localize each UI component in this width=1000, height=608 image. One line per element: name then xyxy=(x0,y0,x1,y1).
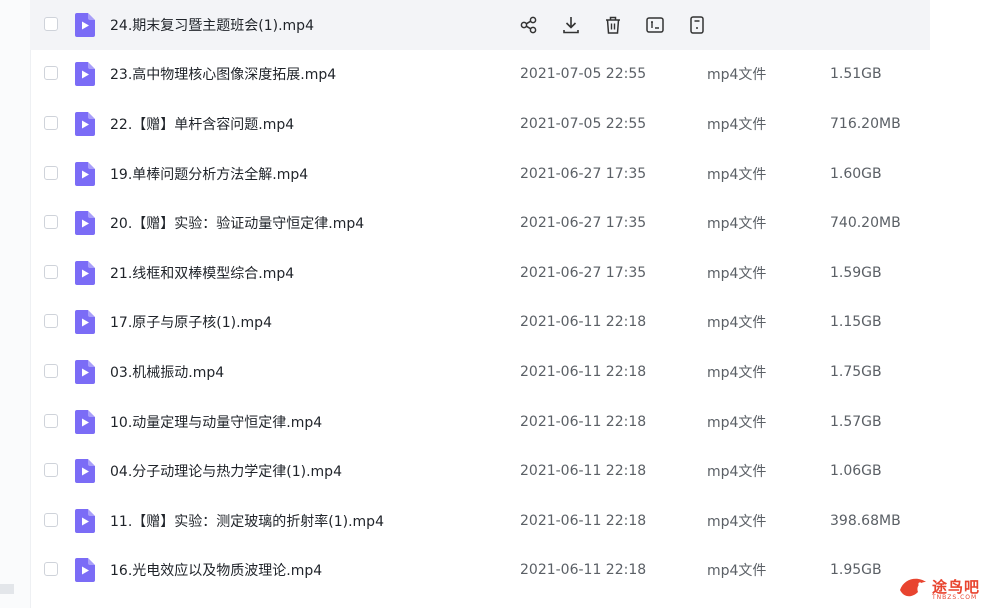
file-row[interactable]: 22.【赠】单杆含容问题.mp4 2021-07-05 22:55 mp4文件 716… xyxy=(30,99,930,149)
file-row[interactable]: 20.【赠】实验：验证动量守恒定律.mp4 2021-06-27 17:35 mp4… xyxy=(30,198,930,248)
sidebar-edge xyxy=(0,0,31,608)
file-type: mp4文件 xyxy=(707,364,767,381)
file-size: 1.59GB xyxy=(830,264,882,281)
file-size: 1.95GB xyxy=(830,562,882,579)
file-size: 1.51GB xyxy=(830,66,882,83)
rename-icon[interactable] xyxy=(644,14,666,36)
file-name[interactable]: 24.期末复习暨主题班会(1).mp4 xyxy=(110,15,314,35)
file-date: 2021-06-11 22:18 xyxy=(520,562,647,579)
video-file-icon xyxy=(75,260,95,285)
file-row[interactable]: 23.高中物理核心图像深度拓展.mp4 2021-07-05 22:55 mp4文件… xyxy=(30,50,930,100)
watermark-logo: 途鸟吧 TNBZS.COM xyxy=(896,572,992,604)
file-name[interactable]: 11.【赠】实验：测定玻璃的折射率(1).mp4 xyxy=(110,511,384,531)
video-file-icon xyxy=(75,310,95,335)
row-checkbox[interactable] xyxy=(44,562,58,577)
video-file-icon xyxy=(75,558,95,583)
file-type: mp4文件 xyxy=(707,216,767,233)
watermark-subtext: TNBZS.COM xyxy=(932,594,978,601)
file-row[interactable]: 04.分子动理论与热力学定律(1).mp4 2021-06-11 22:18 mp4… xyxy=(30,446,930,496)
file-row[interactable]: 19.单棒问题分析方法全解.mp4 2021-06-27 17:35 mp4文件 1.… xyxy=(30,149,930,199)
file-type: mp4文件 xyxy=(707,464,767,481)
row-checkbox[interactable] xyxy=(44,215,58,230)
file-size: 740.20MB xyxy=(830,215,901,232)
file-name[interactable]: 04.分子动理论与热力学定律(1).mp4 xyxy=(110,461,342,481)
file-date: 2021-06-27 17:35 xyxy=(520,264,647,281)
row-checkbox[interactable] xyxy=(44,66,58,81)
video-file-icon xyxy=(75,508,95,533)
file-type: mp4文件 xyxy=(707,265,767,282)
delete-icon[interactable] xyxy=(602,14,624,36)
video-file-icon xyxy=(75,459,95,484)
file-date: 2021-06-11 22:18 xyxy=(520,314,647,331)
file-name[interactable]: 16.光电效应以及物质波理论.mp4 xyxy=(110,560,322,580)
row-checkbox[interactable] xyxy=(44,264,58,279)
file-size: 1.75GB xyxy=(830,363,882,380)
file-type: mp4文件 xyxy=(707,315,767,332)
file-type: mp4文件 xyxy=(707,166,767,183)
row-checkbox[interactable] xyxy=(44,16,58,31)
file-type: mp4文件 xyxy=(707,563,767,580)
file-size: 1.60GB xyxy=(830,165,882,182)
bird-logo-icon xyxy=(900,578,926,597)
file-date: 2021-07-05 22:55 xyxy=(520,66,647,83)
file-name[interactable]: 17.原子与原子核(1).mp4 xyxy=(110,312,272,332)
file-row[interactable]: 11.【赠】实验：测定玻璃的折射率(1).mp4 2021-06-11 22:18… xyxy=(30,496,930,546)
file-list: 24.期末复习暨主题班会(1).mp4 23.高中物理核心图像深度拓展.mp4 20… xyxy=(30,0,930,595)
file-name[interactable]: 03.机械振动.mp4 xyxy=(110,362,224,382)
file-name[interactable]: 22.【赠】单杆含容问题.mp4 xyxy=(110,114,294,134)
file-size: 398.68MB xyxy=(830,512,901,529)
share-icon[interactable] xyxy=(518,14,540,36)
file-date: 2021-06-11 22:18 xyxy=(520,363,647,380)
file-row[interactable]: 24.期末复习暨主题班会(1).mp4 xyxy=(30,0,930,50)
file-row[interactable]: 03.机械振动.mp4 2021-06-11 22:18 mp4文件 1.75GB xyxy=(30,347,930,397)
row-checkbox[interactable] xyxy=(44,314,58,329)
file-date: 2021-06-27 17:35 xyxy=(520,165,647,182)
row-checkbox[interactable] xyxy=(44,363,58,378)
video-file-icon xyxy=(75,12,95,37)
row-actions xyxy=(518,14,708,36)
file-row[interactable]: 21.线框和双棒模型综合.mp4 2021-06-27 17:35 mp4文件 1.5… xyxy=(30,248,930,298)
file-date: 2021-06-11 22:18 xyxy=(520,413,647,430)
file-row[interactable]: 16.光电效应以及物质波理论.mp4 2021-06-11 22:18 mp4文件 1… xyxy=(30,546,930,596)
file-name[interactable]: 19.单棒问题分析方法全解.mp4 xyxy=(110,164,308,184)
video-file-icon xyxy=(75,111,95,136)
sidebar-marker xyxy=(0,584,14,594)
video-file-icon xyxy=(75,161,95,186)
row-checkbox[interactable] xyxy=(44,512,58,527)
file-size: 716.20MB xyxy=(830,115,901,132)
video-file-icon xyxy=(75,359,95,384)
file-type: mp4文件 xyxy=(707,116,767,133)
row-checkbox[interactable] xyxy=(44,115,58,130)
file-name[interactable]: 20.【赠】实验：验证动量守恒定律.mp4 xyxy=(110,213,364,233)
video-file-icon xyxy=(75,62,95,87)
row-checkbox[interactable] xyxy=(44,413,58,428)
file-date: 2021-06-27 17:35 xyxy=(520,215,647,232)
row-checkbox[interactable] xyxy=(44,463,58,478)
file-manager: 24.期末复习暨主题班会(1).mp4 23.高中物理核心图像深度拓展.mp4 20… xyxy=(0,0,1000,608)
file-row[interactable]: 10.动量定理与动量守恒定律.mp4 2021-06-11 22:18 mp4文件 1… xyxy=(30,397,930,447)
file-size: 1.57GB xyxy=(830,413,882,430)
more-icon[interactable] xyxy=(686,14,708,36)
file-type: mp4文件 xyxy=(707,414,767,431)
file-date: 2021-07-05 22:55 xyxy=(520,115,647,132)
file-row[interactable]: 17.原子与原子核(1).mp4 2021-06-11 22:18 mp4文件 1.1… xyxy=(30,298,930,348)
file-name[interactable]: 21.线框和双棒模型综合.mp4 xyxy=(110,263,294,283)
file-name[interactable]: 10.动量定理与动量守恒定律.mp4 xyxy=(110,412,322,432)
file-size: 1.06GB xyxy=(830,463,882,480)
video-file-icon xyxy=(75,211,95,236)
row-checkbox[interactable] xyxy=(44,165,58,180)
file-name[interactable]: 23.高中物理核心图像深度拓展.mp4 xyxy=(110,64,336,84)
file-size: 1.15GB xyxy=(830,314,882,331)
download-icon[interactable] xyxy=(560,14,582,36)
file-type: mp4文件 xyxy=(707,67,767,84)
file-date: 2021-06-11 22:18 xyxy=(520,463,647,480)
video-file-icon xyxy=(75,409,95,434)
file-type: mp4文件 xyxy=(707,513,767,530)
file-date: 2021-06-11 22:18 xyxy=(520,512,647,529)
